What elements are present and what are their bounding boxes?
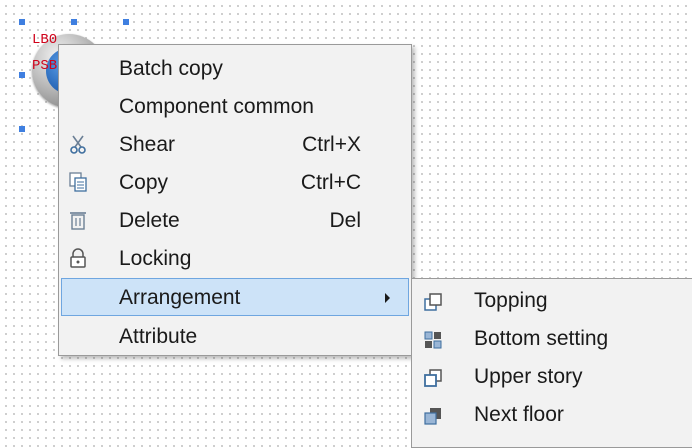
- submenu-item-label: Next floor: [474, 403, 564, 426]
- bring-to-front-icon: [423, 292, 443, 312]
- menu-item-shear[interactable]: Shear Ctrl+X: [61, 125, 409, 163]
- submenu-item-bottom-setting[interactable]: Bottom setting: [414, 320, 692, 358]
- menu-item-label: Locking: [119, 247, 192, 270]
- submenu-item-upper-story[interactable]: Upper story: [414, 358, 692, 396]
- menu-item-label: Shear: [119, 133, 176, 156]
- menu-item-label: Component common: [119, 95, 314, 118]
- submenu-item-topping[interactable]: Topping: [414, 282, 692, 320]
- menu-item-label: Arrangement: [119, 286, 241, 309]
- selection-handle-top-right[interactable]: [123, 19, 129, 25]
- lock-icon: [67, 248, 89, 268]
- scissors-icon: [67, 134, 89, 154]
- menu-item-label: Copy: [119, 171, 169, 194]
- submenu-arrow-icon: [385, 293, 390, 303]
- component-address-label: LB0: [32, 32, 58, 48]
- menu-item-attribute[interactable]: Attribute: [61, 317, 409, 355]
- menu-item-delete[interactable]: Delete Del: [61, 201, 409, 239]
- selection-handle-left[interactable]: [19, 72, 25, 78]
- menu-item-label: Attribute: [119, 325, 198, 348]
- shortcut-label: Ctrl+C: [300, 171, 361, 194]
- submenu-item-label: Bottom setting: [474, 327, 609, 350]
- shortcut-label: Ctrl+X: [302, 133, 361, 156]
- send-backward-icon: [423, 406, 443, 426]
- context-menu: Batch copy Component common Shear Ctrl+X: [58, 44, 412, 356]
- menu-item-batch-copy[interactable]: Batch copy: [61, 49, 409, 87]
- bring-forward-icon: [423, 368, 443, 388]
- menu-item-component-common[interactable]: Component common: [61, 87, 409, 125]
- component-name-label: PSB: [32, 58, 58, 74]
- menu-item-copy[interactable]: Copy Ctrl+C: [61, 163, 409, 201]
- arrangement-submenu: Topping Bottom setting Upper story Next …: [411, 278, 692, 448]
- submenu-item-label: Upper story: [474, 365, 583, 388]
- menu-item-label: Batch copy: [119, 57, 223, 80]
- selection-handle-bottom-left[interactable]: [19, 126, 25, 132]
- copy-icon: [67, 172, 89, 192]
- trash-icon: [67, 210, 89, 230]
- submenu-item-next-floor[interactable]: Next floor: [414, 396, 692, 434]
- selection-handle-top[interactable]: [71, 19, 77, 25]
- menu-item-arrangement[interactable]: Arrangement: [61, 278, 409, 316]
- selection-handle-top-left[interactable]: [19, 19, 25, 25]
- shortcut-label: Del: [329, 209, 361, 232]
- send-to-back-icon: [423, 330, 443, 350]
- menu-item-label: Delete: [119, 209, 180, 232]
- submenu-item-label: Topping: [474, 289, 548, 312]
- menu-item-locking[interactable]: Locking: [61, 239, 409, 277]
